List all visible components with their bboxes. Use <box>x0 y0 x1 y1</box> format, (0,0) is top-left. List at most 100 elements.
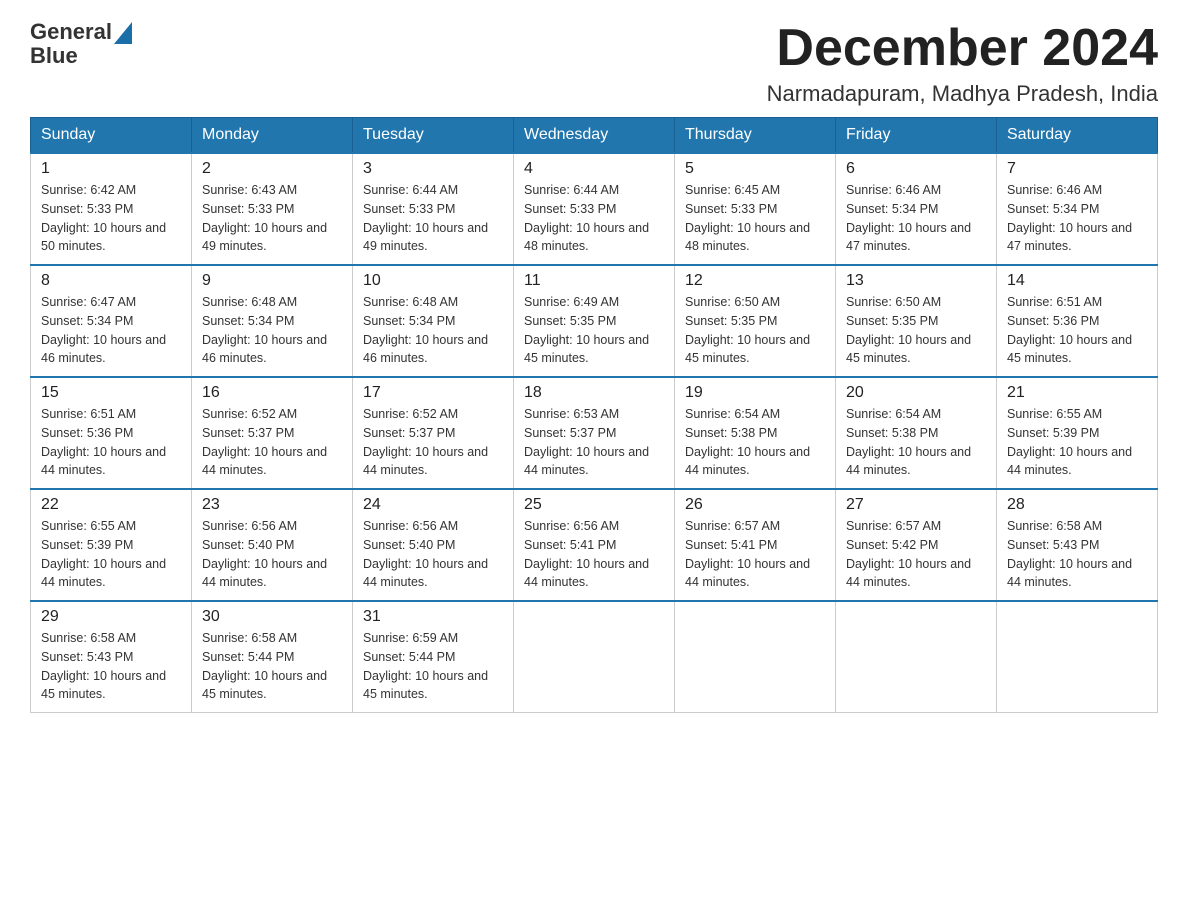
day-number: 8 <box>41 272 181 290</box>
logo: General Blue <box>30 20 132 68</box>
day-number: 5 <box>685 160 825 178</box>
location-text: Narmadapuram, Madhya Pradesh, India <box>767 81 1158 107</box>
day-info: Sunrise: 6:57 AM Sunset: 5:42 PM Dayligh… <box>846 517 986 592</box>
day-info: Sunrise: 6:58 AM Sunset: 5:44 PM Dayligh… <box>202 629 342 704</box>
header-monday: Monday <box>192 118 353 154</box>
day-info: Sunrise: 6:56 AM Sunset: 5:41 PM Dayligh… <box>524 517 664 592</box>
calendar-day-cell: 25 Sunrise: 6:56 AM Sunset: 5:41 PM Dayl… <box>514 489 675 601</box>
header-saturday: Saturday <box>997 118 1158 154</box>
day-info: Sunrise: 6:58 AM Sunset: 5:43 PM Dayligh… <box>41 629 181 704</box>
day-info: Sunrise: 6:56 AM Sunset: 5:40 PM Dayligh… <box>202 517 342 592</box>
day-number: 1 <box>41 160 181 178</box>
day-number: 26 <box>685 496 825 514</box>
day-number: 16 <box>202 384 342 402</box>
logo-text-general: General <box>30 20 112 44</box>
calendar-table: Sunday Monday Tuesday Wednesday Thursday… <box>30 117 1158 713</box>
calendar-day-cell: 15 Sunrise: 6:51 AM Sunset: 5:36 PM Dayl… <box>31 377 192 489</box>
day-number: 18 <box>524 384 664 402</box>
day-info: Sunrise: 6:54 AM Sunset: 5:38 PM Dayligh… <box>846 405 986 480</box>
calendar-week-row: 1 Sunrise: 6:42 AM Sunset: 5:33 PM Dayli… <box>31 153 1158 265</box>
day-info: Sunrise: 6:44 AM Sunset: 5:33 PM Dayligh… <box>363 181 503 256</box>
day-number: 10 <box>363 272 503 290</box>
day-info: Sunrise: 6:59 AM Sunset: 5:44 PM Dayligh… <box>363 629 503 704</box>
day-info: Sunrise: 6:48 AM Sunset: 5:34 PM Dayligh… <box>202 293 342 368</box>
day-info: Sunrise: 6:55 AM Sunset: 5:39 PM Dayligh… <box>1007 405 1147 480</box>
calendar-day-cell: 19 Sunrise: 6:54 AM Sunset: 5:38 PM Dayl… <box>675 377 836 489</box>
calendar-week-row: 29 Sunrise: 6:58 AM Sunset: 5:43 PM Dayl… <box>31 601 1158 713</box>
month-title: December 2024 <box>767 20 1158 77</box>
day-number: 28 <box>1007 496 1147 514</box>
day-info: Sunrise: 6:56 AM Sunset: 5:40 PM Dayligh… <box>363 517 503 592</box>
day-number: 4 <box>524 160 664 178</box>
day-info: Sunrise: 6:45 AM Sunset: 5:33 PM Dayligh… <box>685 181 825 256</box>
calendar-day-cell: 3 Sunrise: 6:44 AM Sunset: 5:33 PM Dayli… <box>353 153 514 265</box>
calendar-week-row: 22 Sunrise: 6:55 AM Sunset: 5:39 PM Dayl… <box>31 489 1158 601</box>
calendar-day-cell <box>514 601 675 713</box>
calendar-day-cell: 1 Sunrise: 6:42 AM Sunset: 5:33 PM Dayli… <box>31 153 192 265</box>
logo-text-blue: Blue <box>30 44 78 68</box>
page-header: General Blue December 2024 Narmadapuram,… <box>30 20 1158 107</box>
day-number: 24 <box>363 496 503 514</box>
header-thursday: Thursday <box>675 118 836 154</box>
day-number: 31 <box>363 608 503 626</box>
day-number: 3 <box>363 160 503 178</box>
day-number: 6 <box>846 160 986 178</box>
calendar-day-cell: 8 Sunrise: 6:47 AM Sunset: 5:34 PM Dayli… <box>31 265 192 377</box>
calendar-week-row: 8 Sunrise: 6:47 AM Sunset: 5:34 PM Dayli… <box>31 265 1158 377</box>
calendar-day-cell: 2 Sunrise: 6:43 AM Sunset: 5:33 PM Dayli… <box>192 153 353 265</box>
day-number: 30 <box>202 608 342 626</box>
calendar-day-cell: 20 Sunrise: 6:54 AM Sunset: 5:38 PM Dayl… <box>836 377 997 489</box>
day-info: Sunrise: 6:42 AM Sunset: 5:33 PM Dayligh… <box>41 181 181 256</box>
header-tuesday: Tuesday <box>353 118 514 154</box>
day-number: 9 <box>202 272 342 290</box>
calendar-day-cell: 7 Sunrise: 6:46 AM Sunset: 5:34 PM Dayli… <box>997 153 1158 265</box>
header-friday: Friday <box>836 118 997 154</box>
day-number: 11 <box>524 272 664 290</box>
day-info: Sunrise: 6:52 AM Sunset: 5:37 PM Dayligh… <box>202 405 342 480</box>
calendar-day-cell: 18 Sunrise: 6:53 AM Sunset: 5:37 PM Dayl… <box>514 377 675 489</box>
calendar-day-cell: 22 Sunrise: 6:55 AM Sunset: 5:39 PM Dayl… <box>31 489 192 601</box>
calendar-day-cell <box>997 601 1158 713</box>
calendar-day-cell: 28 Sunrise: 6:58 AM Sunset: 5:43 PM Dayl… <box>997 489 1158 601</box>
calendar-day-cell: 5 Sunrise: 6:45 AM Sunset: 5:33 PM Dayli… <box>675 153 836 265</box>
day-number: 7 <box>1007 160 1147 178</box>
day-number: 29 <box>41 608 181 626</box>
day-number: 14 <box>1007 272 1147 290</box>
day-number: 27 <box>846 496 986 514</box>
title-block: December 2024 Narmadapuram, Madhya Prade… <box>767 20 1158 107</box>
calendar-week-row: 15 Sunrise: 6:51 AM Sunset: 5:36 PM Dayl… <box>31 377 1158 489</box>
calendar-header-row: Sunday Monday Tuesday Wednesday Thursday… <box>31 118 1158 154</box>
calendar-day-cell: 4 Sunrise: 6:44 AM Sunset: 5:33 PM Dayli… <box>514 153 675 265</box>
header-sunday: Sunday <box>31 118 192 154</box>
day-number: 20 <box>846 384 986 402</box>
logo-triangle-icon <box>114 22 132 44</box>
calendar-day-cell: 24 Sunrise: 6:56 AM Sunset: 5:40 PM Dayl… <box>353 489 514 601</box>
calendar-day-cell: 26 Sunrise: 6:57 AM Sunset: 5:41 PM Dayl… <box>675 489 836 601</box>
calendar-day-cell <box>836 601 997 713</box>
day-info: Sunrise: 6:47 AM Sunset: 5:34 PM Dayligh… <box>41 293 181 368</box>
day-info: Sunrise: 6:46 AM Sunset: 5:34 PM Dayligh… <box>846 181 986 256</box>
day-number: 2 <box>202 160 342 178</box>
day-info: Sunrise: 6:48 AM Sunset: 5:34 PM Dayligh… <box>363 293 503 368</box>
day-number: 21 <box>1007 384 1147 402</box>
calendar-day-cell: 16 Sunrise: 6:52 AM Sunset: 5:37 PM Dayl… <box>192 377 353 489</box>
calendar-day-cell: 9 Sunrise: 6:48 AM Sunset: 5:34 PM Dayli… <box>192 265 353 377</box>
calendar-day-cell: 21 Sunrise: 6:55 AM Sunset: 5:39 PM Dayl… <box>997 377 1158 489</box>
day-info: Sunrise: 6:57 AM Sunset: 5:41 PM Dayligh… <box>685 517 825 592</box>
day-number: 15 <box>41 384 181 402</box>
calendar-day-cell: 29 Sunrise: 6:58 AM Sunset: 5:43 PM Dayl… <box>31 601 192 713</box>
day-info: Sunrise: 6:53 AM Sunset: 5:37 PM Dayligh… <box>524 405 664 480</box>
day-info: Sunrise: 6:51 AM Sunset: 5:36 PM Dayligh… <box>41 405 181 480</box>
day-info: Sunrise: 6:55 AM Sunset: 5:39 PM Dayligh… <box>41 517 181 592</box>
day-info: Sunrise: 6:52 AM Sunset: 5:37 PM Dayligh… <box>363 405 503 480</box>
calendar-day-cell: 13 Sunrise: 6:50 AM Sunset: 5:35 PM Dayl… <box>836 265 997 377</box>
calendar-day-cell <box>675 601 836 713</box>
day-number: 25 <box>524 496 664 514</box>
calendar-day-cell: 6 Sunrise: 6:46 AM Sunset: 5:34 PM Dayli… <box>836 153 997 265</box>
calendar-day-cell: 27 Sunrise: 6:57 AM Sunset: 5:42 PM Dayl… <box>836 489 997 601</box>
calendar-day-cell: 17 Sunrise: 6:52 AM Sunset: 5:37 PM Dayl… <box>353 377 514 489</box>
day-info: Sunrise: 6:50 AM Sunset: 5:35 PM Dayligh… <box>846 293 986 368</box>
day-info: Sunrise: 6:51 AM Sunset: 5:36 PM Dayligh… <box>1007 293 1147 368</box>
day-info: Sunrise: 6:43 AM Sunset: 5:33 PM Dayligh… <box>202 181 342 256</box>
day-number: 12 <box>685 272 825 290</box>
